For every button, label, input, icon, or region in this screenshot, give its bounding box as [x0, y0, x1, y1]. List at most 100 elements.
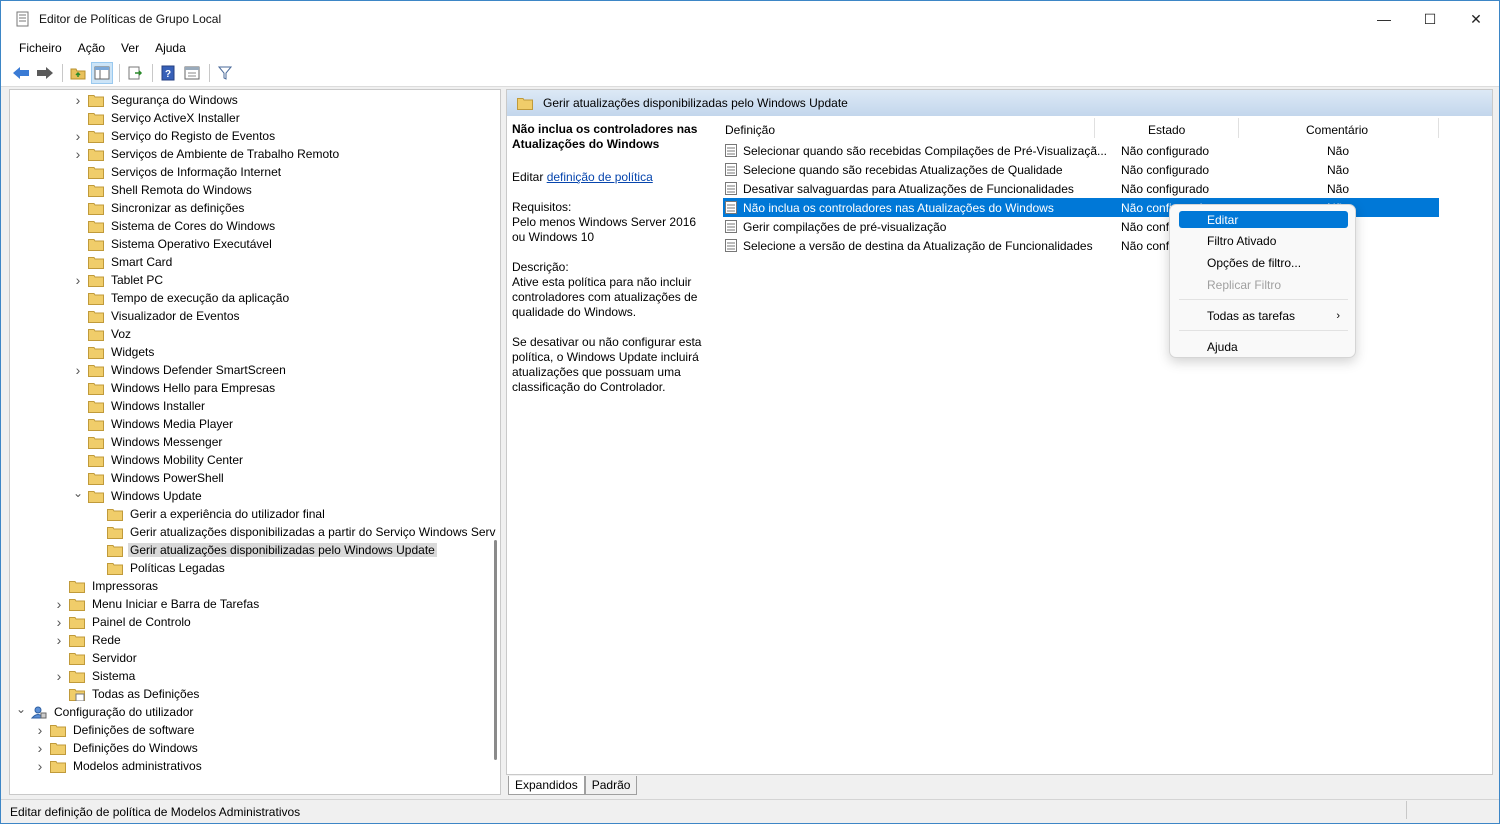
tree-item[interactable]: Widgets [71, 343, 156, 361]
tree-item[interactable]: Gerir a experiência do utilizador final [90, 505, 327, 523]
close-button[interactable]: ✕ [1453, 1, 1499, 37]
tree-item[interactable]: Voz [71, 325, 133, 343]
tree-item[interactable]: Windows Media Player [71, 415, 235, 433]
column-header-definition[interactable]: Definição [725, 120, 775, 140]
tree-item[interactable]: › Definições de software [33, 721, 196, 739]
chevron-right-icon[interactable]: › [71, 92, 85, 108]
tree-item-label: Configuração do utilizador [54, 705, 194, 719]
tree-item[interactable]: ⌄ Configuração do utilizador [14, 702, 195, 721]
tree-item[interactable]: › Windows Defender SmartScreen [71, 361, 288, 379]
chevron-right-icon[interactable]: › [71, 362, 85, 378]
policy-row[interactable]: Desativar salvaguardas para Atualizações… [723, 179, 1439, 198]
tree-item[interactable]: Sistema Operativo Executável [71, 235, 274, 253]
context-item-label: Replicar Filtro [1207, 277, 1282, 292]
chevron-right-icon[interactable]: › [52, 614, 66, 630]
tree-item[interactable]: Shell Remota do Windows [71, 181, 254, 199]
chevron-right-icon[interactable]: › [52, 668, 66, 684]
policy-row[interactable]: Selecionar quando são recebidas Compilaç… [723, 141, 1439, 160]
chevron-right-icon[interactable]: › [33, 758, 47, 774]
tree-item[interactable]: Windows Hello para Empresas [71, 379, 277, 397]
tree-item[interactable]: › Segurança do Windows [71, 91, 240, 109]
tree-item[interactable]: Smart Card [71, 253, 174, 271]
navigation-tree[interactable]: › Segurança do Windows Serviço ActiveX Ins… [9, 89, 501, 795]
menu-action[interactable]: Ação [70, 41, 113, 55]
back-arrow-icon[interactable] [10, 62, 32, 84]
tree-item[interactable]: Visualizador de Eventos [71, 307, 242, 325]
tree-item[interactable]: ⌄ Windows Update [71, 486, 204, 505]
tree-item[interactable]: Windows Mobility Center [71, 451, 245, 469]
chevron-right-icon[interactable]: › [33, 722, 47, 738]
properties-icon[interactable] [181, 62, 203, 84]
tree-scrollbar[interactable] [490, 90, 500, 794]
context-item-filter-on[interactable]: Filtro Ativado [1179, 232, 1348, 249]
tree-item[interactable]: Sistema de Cores do Windows [71, 217, 277, 235]
menu-help[interactable]: Ajuda [147, 41, 194, 55]
tree-item[interactable]: Políticas Legadas [90, 559, 227, 577]
tree-item[interactable]: › Rede [52, 631, 123, 649]
chevron-down-icon[interactable]: ⌄ [71, 486, 85, 500]
tree-item[interactable]: › Painel de Controlo [52, 613, 193, 631]
chevron-right-icon[interactable]: › [33, 740, 47, 756]
edit-policy-link[interactable]: definição de política [547, 170, 653, 184]
export-list-icon[interactable] [124, 62, 146, 84]
toolbar-separator [152, 63, 153, 82]
tree-item[interactable]: › Sistema [52, 667, 137, 685]
tree-item[interactable]: Tempo de execução da aplicação [71, 289, 291, 307]
forward-arrow-icon[interactable] [34, 62, 56, 84]
context-item-edit[interactable]: Editar [1179, 211, 1348, 228]
show-hide-tree-icon[interactable] [91, 61, 113, 84]
menu-view[interactable]: Ver [113, 41, 147, 55]
tree-item[interactable]: Windows Messenger [71, 433, 224, 451]
tree-item[interactable]: Windows Installer [71, 397, 207, 415]
details-header: Gerir atualizações disponibilizadas pelo… [507, 90, 1492, 116]
column-separator[interactable] [1094, 118, 1095, 138]
context-item-filter-options[interactable]: Opções de filtro... [1179, 254, 1348, 271]
folder-icon [88, 436, 104, 449]
tree-item[interactable]: Todas as Definições [52, 685, 201, 703]
tree-scrollbar-thumb[interactable] [494, 540, 497, 760]
chevron-right-icon[interactable]: › [52, 632, 66, 648]
toolbar-separator [209, 63, 210, 82]
tree-item[interactable]: Serviços de Informação Internet [71, 163, 283, 181]
menu-bar: Ficheiro Ação Ver Ajuda [1, 37, 1499, 59]
tab-expanded[interactable]: Expandidos [508, 776, 585, 795]
tree-item[interactable]: Gerir atualizações disponibilizadas a pa… [90, 523, 498, 541]
context-item-help[interactable]: Ajuda [1179, 338, 1348, 355]
edit-prefix: Editar [512, 170, 547, 184]
tree-item-label: Visualizador de Eventos [111, 309, 240, 323]
column-header-comment[interactable]: Comentário [1306, 120, 1368, 140]
chevron-right-icon[interactable]: › [71, 128, 85, 144]
tree-item[interactable]: › Serviços de Ambiente de Trabalho Remoto [71, 145, 341, 163]
tree-item[interactable]: › Menu Iniciar e Barra de Tarefas [52, 595, 261, 613]
up-folder-icon[interactable] [67, 62, 89, 84]
tree-item[interactable]: Impressoras [52, 577, 160, 595]
tree-item[interactable]: Servidor [52, 649, 139, 667]
policy-row[interactable]: Selecione quando são recebidas Atualizaç… [723, 160, 1439, 179]
folder-icon [69, 670, 85, 683]
chevron-right-icon[interactable]: › [52, 596, 66, 612]
menu-file[interactable]: Ficheiro [11, 41, 70, 55]
column-separator[interactable] [1238, 118, 1239, 138]
column-header-state[interactable]: Estado [1148, 120, 1185, 140]
tree-item[interactable]: › Tablet PC [71, 271, 165, 289]
tree-item[interactable]: Serviço ActiveX Installer [71, 109, 242, 127]
filter-icon[interactable] [214, 62, 236, 84]
tree-item[interactable]: Windows PowerShell [71, 469, 226, 487]
chevron-right-icon[interactable]: › [71, 272, 85, 288]
policy-name: Selecione quando são recebidas Atualizaç… [743, 162, 1063, 177]
minimize-button[interactable]: — [1361, 1, 1407, 37]
column-separator[interactable] [1438, 118, 1439, 138]
context-item-all-tasks[interactable]: Todas as tarefas › [1179, 307, 1348, 324]
tree-item[interactable]: Gerir atualizações disponibilizadas pelo… [90, 541, 437, 559]
tree-item[interactable]: › Serviço do Registo de Eventos [71, 127, 277, 145]
context-separator [1179, 299, 1348, 300]
title-bar[interactable]: Editor de Políticas de Grupo Local — ☐ ✕ [1, 1, 1499, 37]
chevron-right-icon[interactable]: › [71, 146, 85, 162]
tree-item[interactable]: › Definições do Windows [33, 739, 200, 757]
help-book-icon[interactable]: ? [157, 62, 179, 84]
maximize-button[interactable]: ☐ [1407, 1, 1453, 37]
tab-standard[interactable]: Padrão [584, 776, 638, 795]
chevron-down-icon[interactable]: ⌄ [14, 702, 28, 716]
tree-item[interactable]: Sincronizar as definições [71, 199, 246, 217]
tree-item[interactable]: › Modelos administrativos [33, 757, 204, 775]
